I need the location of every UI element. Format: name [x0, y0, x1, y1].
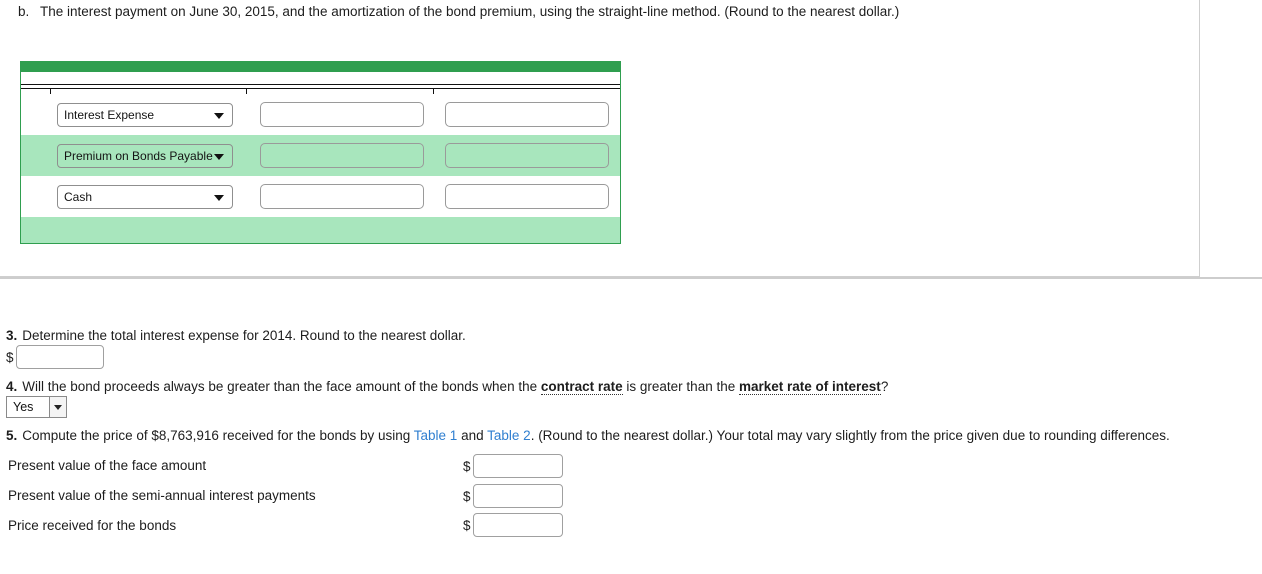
- label-present-value-interest-payments: Present value of the semi-annual interes…: [8, 488, 316, 503]
- cell-credit: [435, 135, 621, 176]
- question-5-number: 5.: [6, 428, 18, 443]
- field-present-value-face-amount: $: [463, 454, 563, 478]
- cell-date: [21, 176, 53, 217]
- account-select-1[interactable]: Interest Expense: [57, 102, 233, 127]
- cell-debit: [249, 176, 435, 217]
- label-price-received-for-bonds: Price received for the bonds: [8, 518, 177, 533]
- cell-debit: [249, 94, 435, 135]
- debit-input-1[interactable]: [259, 102, 424, 127]
- prompt-b-text: The interest payment on June 30, 2015, a…: [40, 4, 900, 19]
- term-market-rate-of-interest: market rate of interest: [739, 379, 881, 395]
- question-2b-panel: b. The interest payment on June 30, 2015,…: [0, 0, 1200, 277]
- cell-debit: [249, 135, 435, 176]
- account-select-3-value: Cash: [64, 189, 93, 204]
- question-5-text-part2: . (Round to the nearest dollar.) Your to…: [530, 428, 1170, 443]
- link-table-1[interactable]: Table 1: [414, 428, 458, 443]
- cell-account: Interest Expense: [53, 94, 249, 135]
- question-4-prompt: 4. Will the bond proceeds always be great…: [6, 379, 889, 395]
- cell-date: [21, 135, 53, 176]
- field-present-value-interest-payments: $: [463, 484, 563, 508]
- journal-entry-table: Interest Expense Premium on Bonds Payabl…: [20, 61, 621, 244]
- chevron-down-icon[interactable]: [49, 397, 66, 417]
- cell-account: Cash: [53, 176, 249, 217]
- dollar-sign: $: [6, 349, 14, 365]
- question-3-number: 3.: [6, 328, 18, 343]
- question-4-answer-select[interactable]: Yes: [6, 396, 67, 418]
- credit-input-1[interactable]: [445, 102, 610, 127]
- question-5-prompt: 5. Compute the price of $8,763,916 receiv…: [6, 428, 1170, 443]
- panel-bottom-divider: [0, 277, 1262, 279]
- link-table-2[interactable]: Table 2: [487, 428, 531, 443]
- question-4-answer-value: Yes: [13, 400, 34, 414]
- table-row: Premium on Bonds Payable: [21, 135, 620, 176]
- prompt-b-label: b.: [18, 4, 30, 19]
- term-contract-rate: contract rate: [540, 379, 623, 395]
- table-top-band: [21, 62, 620, 72]
- question-3-text: Determine the total interest expense for…: [22, 328, 466, 343]
- dollar-sign: $: [463, 517, 471, 533]
- table-footer-band: [21, 217, 620, 243]
- question-4-text-part2: is greater than the: [626, 379, 736, 394]
- chevron-down-icon: [214, 153, 224, 160]
- chevron-down-icon: [214, 194, 224, 201]
- dollar-sign: $: [463, 458, 471, 474]
- input-present-value-interest-payments[interactable]: [472, 484, 563, 508]
- question-3-answer-field: $: [6, 345, 104, 369]
- chevron-down-icon: [214, 112, 224, 119]
- field-price-received-for-bonds: $: [463, 513, 563, 537]
- cell-date: [21, 94, 53, 135]
- cell-credit: [434, 176, 620, 217]
- question-4-text-part3: ?: [880, 379, 889, 394]
- prompt-b: b. The interest payment on June 30, 2015,…: [18, 4, 1168, 19]
- credit-input-3[interactable]: [445, 184, 610, 209]
- cell-account: Premium on Bonds Payable: [53, 135, 249, 176]
- cell-credit: [434, 94, 620, 135]
- table-row: Cash: [21, 176, 620, 217]
- table-header-blank-row: [21, 72, 620, 84]
- account-select-3[interactable]: Cash: [57, 184, 233, 209]
- debit-input-3[interactable]: [259, 184, 424, 209]
- question-4-number: 4.: [6, 379, 18, 394]
- dollar-sign: $: [463, 488, 471, 504]
- question-3-input[interactable]: [15, 345, 104, 369]
- question-5-text-part1: Compute the price of $8,763,916 received…: [22, 428, 411, 443]
- account-select-2[interactable]: Premium on Bonds Payable: [57, 143, 233, 168]
- debit-input-2[interactable]: [259, 143, 424, 168]
- label-present-value-face-amount: Present value of the face amount: [8, 458, 207, 473]
- credit-input-2[interactable]: [445, 143, 610, 168]
- question-3-prompt: 3. Determine the total interest expense f…: [6, 328, 466, 343]
- question-5-conjunction: and: [461, 428, 484, 443]
- table-row: Interest Expense: [21, 94, 620, 135]
- account-select-1-value: Interest Expense: [64, 107, 155, 122]
- input-price-received-for-bonds[interactable]: [472, 513, 563, 537]
- account-select-2-value: Premium on Bonds Payable: [64, 148, 213, 163]
- input-present-value-face-amount[interactable]: [472, 454, 563, 478]
- question-4-text-part1: Will the bond proceeds always be greater…: [22, 379, 538, 394]
